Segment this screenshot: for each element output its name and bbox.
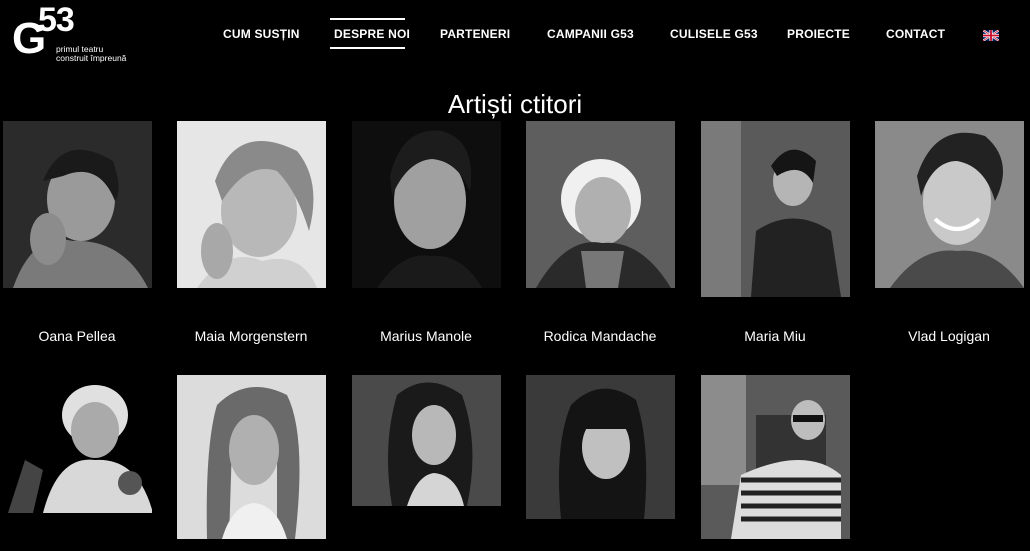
- artist-photo-9[interactable]: [352, 375, 501, 506]
- artist-photo-maia-morgenstern[interactable]: [177, 121, 326, 288]
- nav-campanii-g53[interactable]: CAMPANII G53: [547, 27, 634, 41]
- nav-active-indicator-bottom: [330, 47, 405, 49]
- artist-photo-oana-pellea[interactable]: [3, 121, 152, 288]
- artist-name[interactable]: Oana Pellea: [0, 328, 157, 344]
- nav-contact[interactable]: CONTACT: [886, 27, 945, 41]
- artist-photo-7[interactable]: [3, 375, 152, 513]
- nav-despre-noi[interactable]: DESPRE NOI: [334, 27, 410, 41]
- artist-name[interactable]: Rodica Mandache: [520, 328, 680, 344]
- nav-cum-sustin[interactable]: CUM SUSȚIN: [223, 27, 300, 41]
- artist-name[interactable]: Marius Manole: [346, 328, 506, 344]
- artist-photo-8[interactable]: [177, 375, 326, 539]
- uk-flag-icon[interactable]: [982, 28, 1000, 42]
- artist-photo-maria-miu[interactable]: [701, 121, 850, 297]
- nav-active-indicator-top: [330, 18, 405, 20]
- artist-photo-marius-manole[interactable]: [352, 121, 501, 288]
- artist-name[interactable]: Maia Morgenstern: [171, 328, 331, 344]
- main-navigation: CUM SUSȚIN DESPRE NOI PARTENERI CAMPANII…: [0, 0, 1030, 60]
- page-title: Artiști ctitori: [447, 89, 583, 120]
- nav-proiecte[interactable]: PROIECTE: [787, 27, 850, 41]
- artist-name[interactable]: Vlad Logigan: [869, 328, 1029, 344]
- artist-name[interactable]: Maria Miu: [695, 328, 855, 344]
- artist-photo-vlad-logigan[interactable]: [875, 121, 1024, 288]
- artist-photo-11[interactable]: [701, 375, 850, 539]
- nav-parteneri[interactable]: PARTENERI: [440, 27, 510, 41]
- nav-culisele-g53[interactable]: CULISELE G53: [670, 27, 758, 41]
- artist-photo-10[interactable]: [526, 375, 675, 519]
- artist-photo-rodica-mandache[interactable]: [526, 121, 675, 288]
